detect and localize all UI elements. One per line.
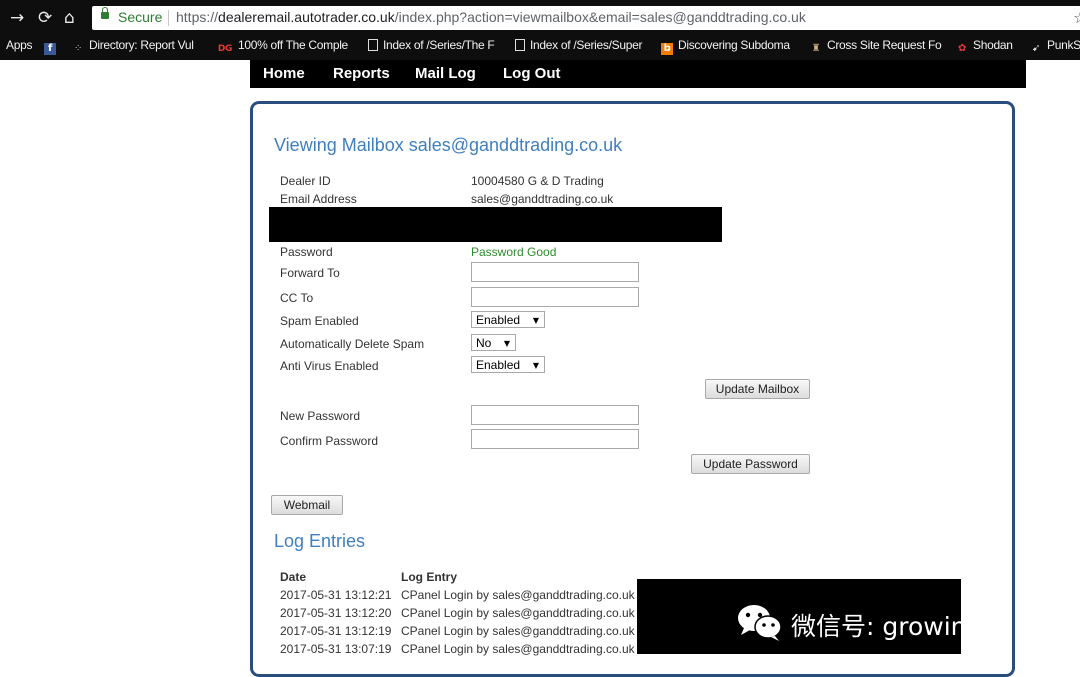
home-icon[interactable]: ⌂ bbox=[64, 6, 75, 30]
new-password-input[interactable] bbox=[471, 405, 639, 425]
spam-enabled-label: Spam Enabled bbox=[280, 314, 359, 328]
bookmark-label: Directory: Report Vul bbox=[89, 38, 194, 52]
bookmarks-bar: Apps f ⁘ Directory: Report Vul DG 100% off… bbox=[0, 36, 1080, 56]
log-date-header: Date bbox=[280, 570, 307, 584]
auto-delete-spam-select[interactable]: No ▼ bbox=[471, 334, 516, 351]
watermark-text: 微信号: growing0101 bbox=[791, 612, 1046, 641]
page-icon bbox=[368, 39, 378, 51]
bookmark-index-series-the[interactable]: Index of /Series/The F bbox=[368, 38, 501, 52]
url-path: /index.php?action=viewmailbox&email=sale… bbox=[394, 9, 806, 25]
log-date: 2017-05-31 13:12:19 bbox=[280, 624, 392, 638]
log-date: 2017-05-31 13:12:21 bbox=[280, 588, 392, 602]
url-text[interactable]: https://dealeremail.autotrader.co.uk/ind… bbox=[176, 9, 806, 25]
log-entry-header: Log Entry bbox=[401, 570, 457, 584]
log-date: 2017-05-31 13:07:19 bbox=[280, 642, 392, 656]
spam-enabled-select[interactable]: Enabled ▼ bbox=[471, 311, 545, 328]
lock-icon bbox=[101, 7, 109, 19]
dropdown-arrow-icon: ▼ bbox=[503, 339, 510, 348]
page-icon bbox=[515, 39, 525, 51]
address-bar[interactable]: Secure https://dealeremail.autotrader.co… bbox=[92, 6, 1080, 30]
antivirus-label: Anti Virus Enabled bbox=[280, 359, 379, 373]
bookmark-shodan[interactable]: ✿ Shodan bbox=[956, 38, 1020, 55]
shodan-icon: ✿ bbox=[957, 43, 967, 54]
punk-icon: ➹ bbox=[1031, 43, 1041, 54]
log-entries-title: Log Entries bbox=[274, 531, 366, 551]
forward-to-input[interactable] bbox=[471, 262, 639, 282]
webmail-button[interactable]: Webmail bbox=[271, 495, 343, 515]
browser-chrome: → ⟳ ⌂ Secure https://dealeremail.autotra… bbox=[0, 0, 1080, 60]
bookmark-label: Cross Site Request Fo bbox=[827, 38, 942, 52]
auto-delete-spam-value: No bbox=[476, 336, 492, 350]
log-date: 2017-05-31 13:12:20 bbox=[280, 606, 392, 620]
url-prefix: https:// bbox=[176, 9, 219, 25]
cc-to-input[interactable] bbox=[471, 287, 639, 307]
new-password-label: New Password bbox=[280, 409, 361, 423]
antivirus-value: Enabled bbox=[476, 358, 521, 372]
update-password-button[interactable]: Update Password bbox=[691, 454, 810, 474]
nav-mail-log-link[interactable]: Mail Log bbox=[415, 65, 476, 82]
bookmark-star-icon[interactable]: ☆ bbox=[1073, 8, 1080, 27]
secure-label: Secure bbox=[118, 9, 163, 25]
blogger-icon: b bbox=[661, 43, 673, 55]
mailbox-panel: Viewing Mailbox sales@ganddtrading.co.uk… bbox=[250, 101, 1015, 677]
url-host: dealeremail.autotrader.co.uk bbox=[218, 9, 395, 25]
confirm-password-label: Confirm Password bbox=[280, 434, 379, 448]
bookmark-discovering-subdomains[interactable]: b Discovering Subdoma bbox=[661, 38, 797, 55]
nav-reports-link[interactable]: Reports bbox=[333, 65, 390, 82]
wechat-icon bbox=[738, 605, 782, 641]
cc-to-label: CC To bbox=[280, 291, 314, 305]
redaction-bar bbox=[269, 207, 722, 242]
log-entry: CPanel Login by sales@ganddtrading.co.uk bbox=[401, 606, 635, 620]
bookmark-cross-site-request[interactable]: ♜ Cross Site Request Fo bbox=[810, 38, 944, 55]
log-entry: CPanel Login by sales@ganddtrading.co.uk bbox=[401, 624, 635, 638]
bookmark-label: PunkS bbox=[1047, 38, 1080, 52]
antivirus-select[interactable]: Enabled ▼ bbox=[471, 356, 545, 373]
confirm-password-input[interactable] bbox=[471, 429, 639, 449]
dropdown-arrow-icon: ▼ bbox=[532, 316, 539, 325]
bookmark-punk[interactable]: ➹ PunkS bbox=[1030, 38, 1080, 55]
password-status: Password Good bbox=[471, 245, 557, 259]
bookmark-label: 100% off The Comple bbox=[238, 38, 348, 52]
bookmark-label: Index of /Series/Super bbox=[530, 38, 643, 52]
dealer-id-value: 10004580 G & D Trading bbox=[471, 174, 604, 188]
nav-log-out-link[interactable]: Log Out bbox=[503, 65, 560, 82]
nav-home-link[interactable]: Home bbox=[263, 65, 305, 82]
bookmark-label: Apps bbox=[6, 38, 33, 52]
log-entry: CPanel Login by sales@ganddtrading.co.uk bbox=[401, 588, 635, 602]
forward-to-label: Forward To bbox=[280, 266, 340, 280]
log-entry: CPanel Login by sales@ganddtrading.co.uk bbox=[401, 642, 635, 656]
mailbox-title: Viewing Mailbox sales@ganddtrading.co.uk bbox=[274, 135, 623, 155]
dg-icon: DG bbox=[217, 44, 233, 54]
bookmark-facebook[interactable]: f bbox=[44, 38, 60, 55]
email-address-value: sales@ganddtrading.co.uk bbox=[471, 192, 614, 206]
bookmark-apps[interactable]: Apps bbox=[6, 38, 42, 52]
bookmark-index-series-super[interactable]: Index of /Series/Super bbox=[515, 38, 650, 52]
email-address-label: Email Address bbox=[280, 192, 357, 206]
bookmark-directory-report[interactable]: ⁘ Directory: Report Vul bbox=[72, 38, 206, 55]
forward-arrow-icon[interactable]: → bbox=[10, 6, 24, 30]
dropdown-arrow-icon: ▼ bbox=[532, 361, 539, 370]
site-nav: Home Reports Mail Log Log Out bbox=[250, 60, 1026, 88]
url-divider bbox=[168, 10, 169, 26]
bookmark-100-off[interactable]: DG 100% off The Comple bbox=[217, 38, 353, 55]
bookmark-label: Discovering Subdoma bbox=[678, 38, 790, 52]
facebook-icon: f bbox=[44, 43, 56, 55]
auto-delete-spam-label: Automatically Delete Spam bbox=[280, 337, 425, 351]
reload-icon[interactable]: ⟳ bbox=[38, 6, 52, 30]
dots-icon: ⁘ bbox=[73, 43, 83, 54]
spam-enabled-value: Enabled bbox=[476, 313, 521, 327]
password-label: Password bbox=[280, 245, 333, 259]
bookmark-label: Shodan bbox=[973, 38, 1013, 52]
figure-icon: ♜ bbox=[811, 43, 821, 54]
bookmark-label: Index of /Series/The F bbox=[383, 38, 495, 52]
dealer-id-label: Dealer ID bbox=[280, 174, 331, 188]
update-mailbox-button[interactable]: Update Mailbox bbox=[705, 379, 810, 399]
